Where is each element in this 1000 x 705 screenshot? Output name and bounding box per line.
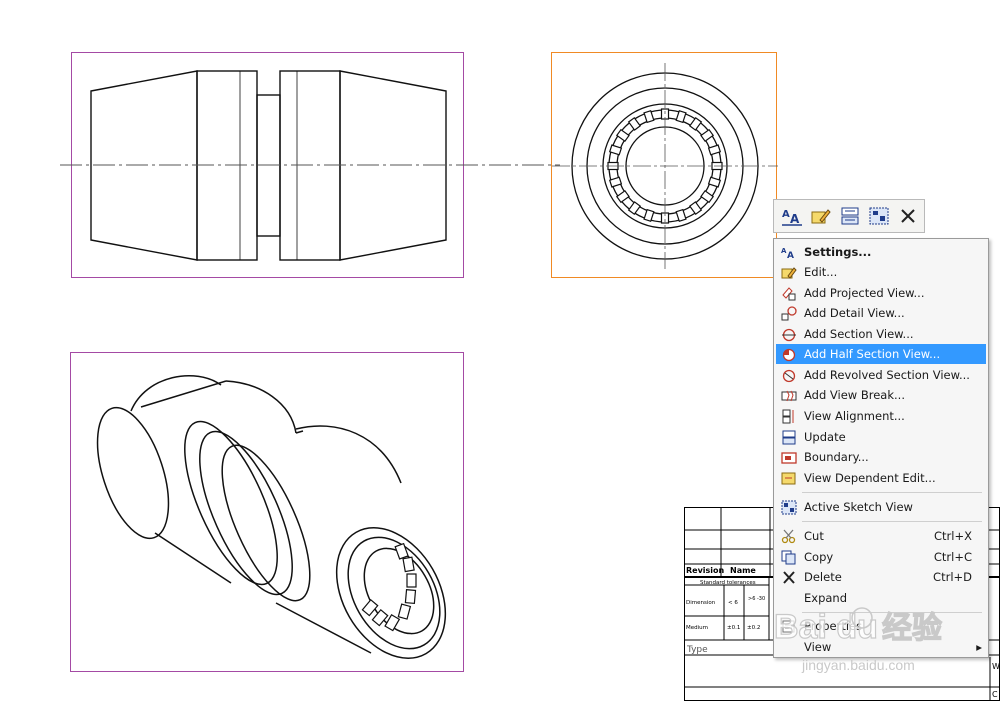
roller: [627, 201, 642, 216]
roller: [688, 201, 703, 216]
isometric-view[interactable]: [70, 352, 464, 672]
roller: [700, 189, 715, 204]
tb-medium-2: ±0.2: [747, 625, 760, 631]
revolved-section-icon: [780, 367, 798, 383]
half-section-view-icon: [780, 346, 798, 362]
edit-icon: [780, 264, 798, 280]
active-sketch-icon: [780, 499, 798, 515]
menu-item-view-dependent-edit[interactable]: View Dependent Edit...: [776, 468, 986, 488]
roller: [643, 109, 655, 124]
boundary-icon: [780, 449, 798, 465]
menu-separator: [802, 612, 982, 613]
roller: [675, 208, 687, 223]
svg-text:A: A: [790, 212, 800, 226]
edit-properties-icon[interactable]: [807, 202, 835, 230]
tb-name: Name: [730, 566, 756, 575]
side-view[interactable]: [551, 52, 778, 278]
svg-text:A: A: [782, 209, 790, 220]
roller: [707, 144, 722, 156]
roller: [615, 189, 630, 204]
tb-medium: Medium: [686, 625, 708, 631]
view-break-icon: [780, 387, 798, 403]
dependent-edit-icon: [780, 470, 798, 486]
tb-col2: >6 -30: [748, 596, 765, 602]
view-toolbar: AA: [773, 199, 925, 233]
roller: [707, 176, 722, 188]
menu-item-edit[interactable]: Edit...: [776, 262, 986, 282]
scissors-icon: [780, 528, 798, 544]
menu-item-add-section-view[interactable]: Add Section View...: [776, 324, 986, 344]
submenu-arrow-icon: ▸: [976, 640, 982, 654]
menu-item-delete[interactable]: Delete Ctrl+D: [776, 567, 986, 587]
tb-right-w: W: [992, 662, 1000, 671]
menu-item-properties[interactable]: Properties: [776, 616, 986, 636]
context-menu: AA Settings... Edit... Add Projected Vie…: [773, 238, 989, 658]
menu-item-update[interactable]: Update: [776, 427, 986, 447]
tb-type: Type: [686, 645, 708, 655]
tb-medium-1: ±0.1: [727, 625, 740, 631]
close-icon[interactable]: [894, 202, 922, 230]
roller: [688, 116, 703, 131]
roller: [615, 128, 630, 143]
section-view-icon: [780, 326, 798, 342]
menu-item-boundary[interactable]: Boundary...: [776, 447, 986, 467]
svg-text:A: A: [787, 251, 794, 260]
menu-item-view-alignment[interactable]: View Alignment...: [776, 406, 986, 426]
roller: [700, 128, 715, 143]
menu-item-active-sketch-view[interactable]: Active Sketch View: [776, 497, 986, 517]
tb-dimension: Dimension: [686, 600, 716, 606]
tb-right-c: C: [992, 690, 998, 699]
roller: [643, 208, 655, 223]
roller: [627, 116, 642, 131]
menu-item-add-revolved-section-view[interactable]: Add Revolved Section View...: [776, 365, 986, 385]
tb-standard-tolerances: Standard tolerances: [700, 580, 756, 586]
view-alignment-icon: [780, 408, 798, 424]
detail-view-icon: [780, 305, 798, 321]
menu-separator: [802, 521, 982, 522]
tb-col1: < 6: [728, 600, 738, 606]
menu-item-settings[interactable]: AA Settings...: [776, 242, 986, 262]
roller: [608, 144, 623, 156]
menu-item-add-view-break[interactable]: Add View Break...: [776, 385, 986, 405]
roller: [675, 109, 687, 124]
menu-item-add-projected-view[interactable]: Add Projected View...: [776, 283, 986, 303]
projected-view-icon: [780, 285, 798, 301]
menu-item-cut[interactable]: Cut Ctrl+X: [776, 526, 986, 546]
copy-icon: [780, 549, 798, 565]
menu-item-add-half-section-view[interactable]: Add Half Section View...: [776, 344, 986, 364]
update-view-icon[interactable]: [836, 202, 864, 230]
update-icon: [780, 429, 798, 445]
delete-x-icon: [780, 569, 798, 585]
menu-item-expand[interactable]: Expand: [776, 588, 986, 608]
text-style-icon: AA: [780, 244, 798, 260]
menu-item-add-detail-view[interactable]: Add Detail View...: [776, 303, 986, 323]
menu-item-copy[interactable]: Copy Ctrl+C: [776, 547, 986, 567]
tb-revision: Revision: [686, 566, 725, 575]
text-style-icon[interactable]: AA: [778, 202, 806, 230]
menu-item-view[interactable]: View ▸: [776, 637, 986, 657]
properties-icon: [780, 618, 798, 634]
roller: [608, 176, 623, 188]
menu-separator: [802, 492, 982, 493]
active-sketch-icon[interactable]: [865, 202, 893, 230]
